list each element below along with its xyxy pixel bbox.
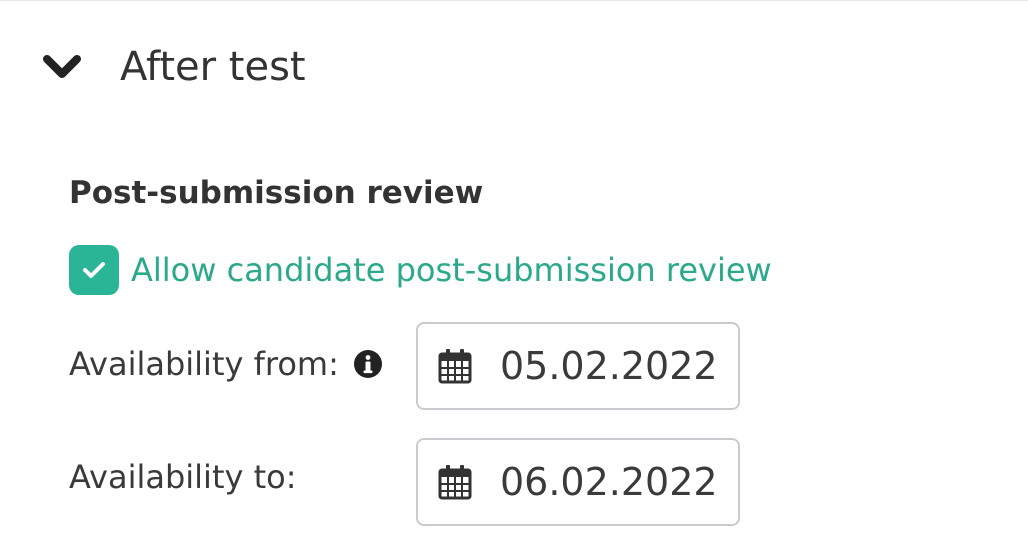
availability-to-value: 06.02.2022 [500,460,718,504]
section-title: After test [120,44,306,90]
after-test-section-toggle[interactable]: After test [42,39,306,95]
allow-review-checkbox-row[interactable]: Allow candidate post-submission review [69,245,772,295]
after-test-panel: After test Post-submission review Allow … [0,0,1028,550]
allow-review-checkbox-label[interactable]: Allow candidate post-submission review [131,254,772,286]
allow-review-checkbox[interactable] [69,245,119,295]
chevron-down-icon [42,52,84,82]
availability-to-label: Availability to: [69,458,297,496]
checkmark-icon [83,262,105,278]
calendar-icon[interactable] [438,464,472,500]
availability-from-date-input[interactable]: 05.02.2022 [416,322,740,410]
calendar-icon[interactable] [438,348,472,384]
info-icon[interactable] [353,349,383,379]
availability-to-label-row: Availability to: [69,461,297,493]
availability-from-label-row: Availability from: [69,348,383,380]
availability-from-value: 05.02.2022 [500,344,718,388]
post-submission-review-heading: Post-submission review [69,175,484,211]
availability-to-date-input[interactable]: 06.02.2022 [416,438,740,526]
availability-from-label: Availability from: [69,345,339,383]
